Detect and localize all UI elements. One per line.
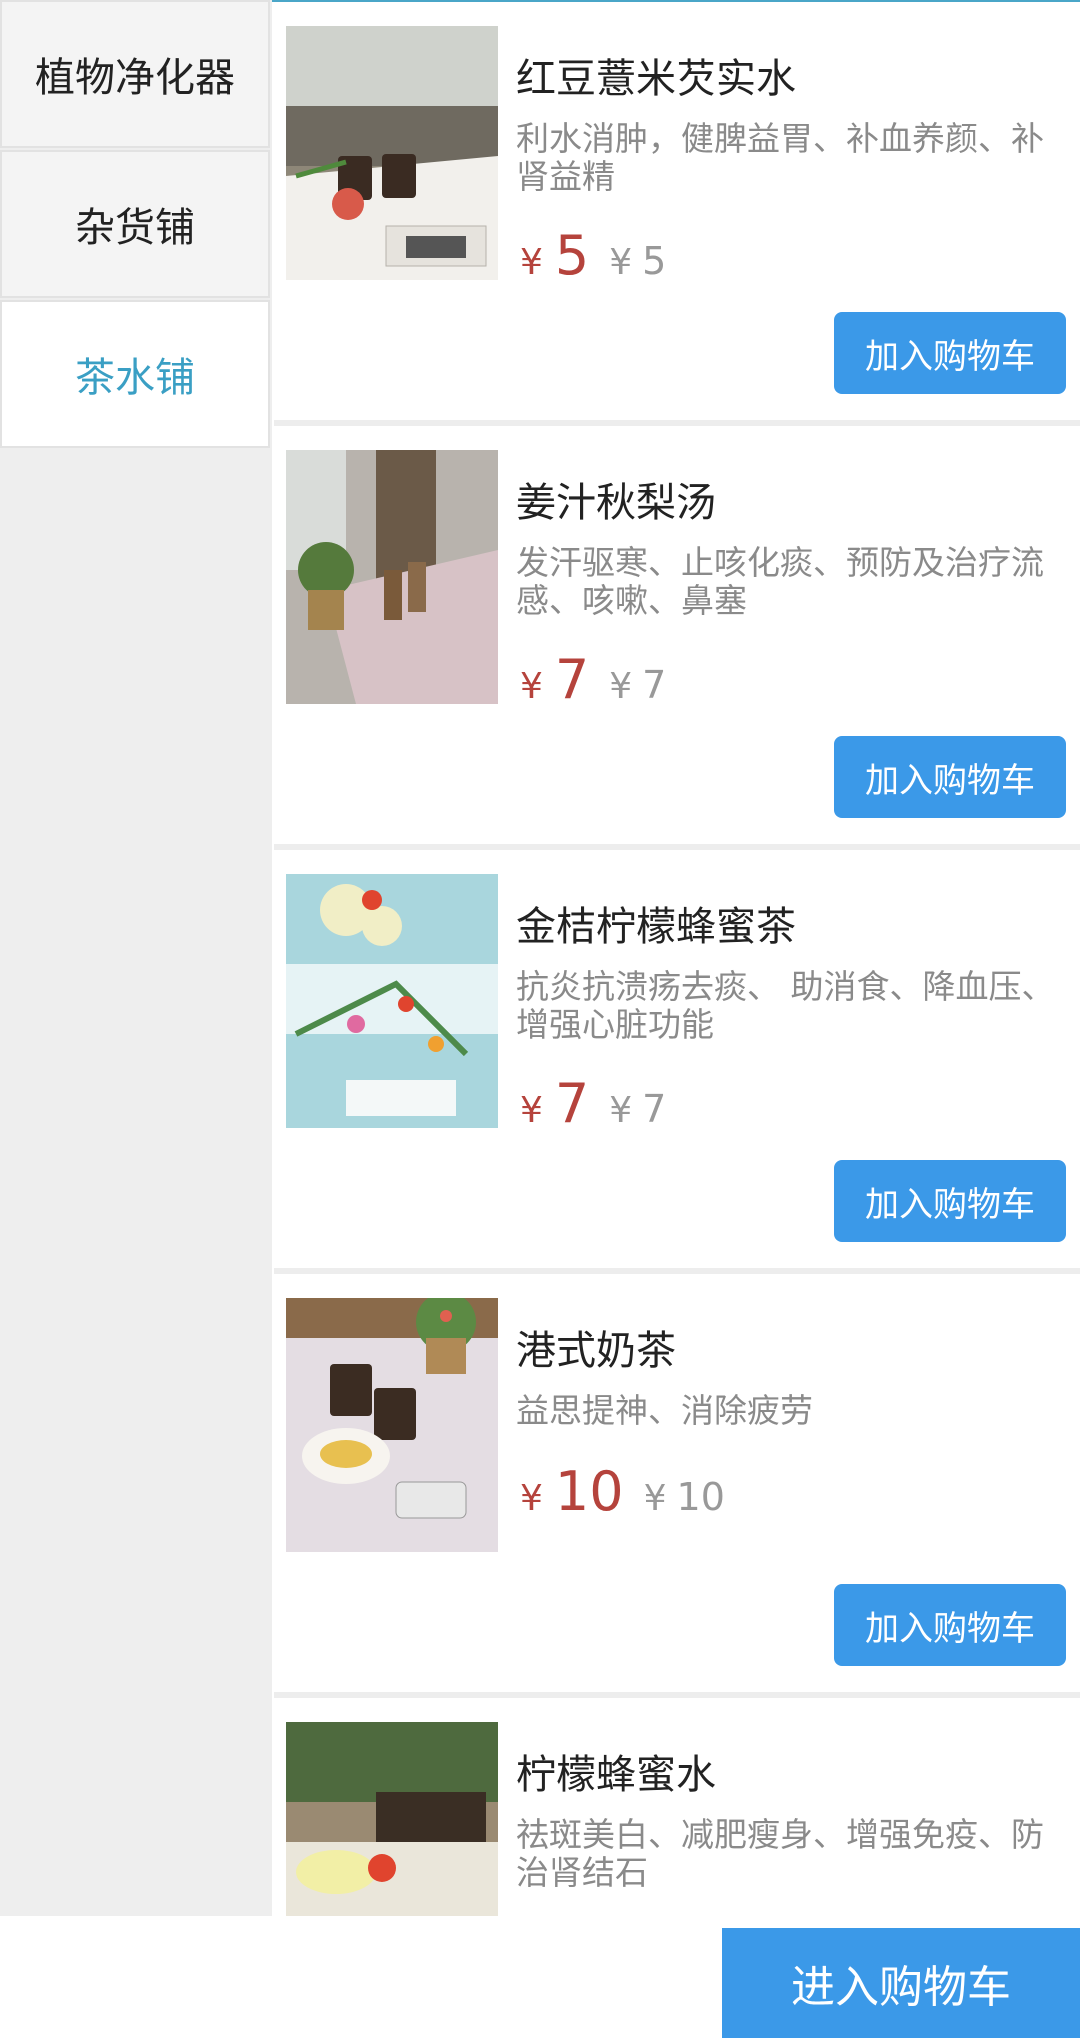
product-name: 红豆薏米芡实水: [516, 56, 796, 102]
currency-symbol: ¥: [609, 242, 633, 283]
product-name: 港式奶茶: [516, 1328, 676, 1374]
original-price-value: 5: [642, 239, 667, 283]
product-name: 金桔柠檬蜂蜜茶: [516, 904, 796, 950]
product-name: 柠檬蜂蜜水: [516, 1752, 716, 1798]
original-price-value: 7: [642, 1087, 667, 1131]
currency-symbol: ¥: [643, 1478, 667, 1519]
product-price: ¥ 7 ¥ 7: [520, 648, 666, 711]
product-card: 金桔柠檬蜂蜜茶 抗炎抗溃疡去痰、 助消食、降血压、增强心脏功能 ¥ 7 ¥ 7 …: [274, 850, 1080, 1268]
category-label: 植物净化器: [35, 55, 235, 101]
product-card: 柠檬蜂蜜水 祛斑美白、减肥瘦身、增强免疫、防治肾结石: [274, 1698, 1080, 1916]
product-image[interactable]: [286, 450, 498, 704]
product-description: 抗炎抗溃疡去痰、 助消食、降血压、增强心脏功能: [516, 967, 1055, 1044]
original-price-value: 7: [642, 663, 667, 707]
currency-symbol: ¥: [520, 1478, 543, 1519]
add-to-cart-button[interactable]: 加入购物车: [834, 312, 1066, 394]
add-to-cart-button[interactable]: 加入购物车: [834, 1584, 1066, 1666]
category-item-tea-shop[interactable]: 茶水铺: [0, 300, 270, 448]
product-image[interactable]: [286, 1298, 498, 1552]
original-price-value: 10: [676, 1475, 725, 1519]
product-image[interactable]: [286, 26, 498, 280]
product-card: 红豆薏米芡实水 利水消肿，健脾益胃、补血养颜、补肾益精 ¥ 5 ¥ 5 加入购物…: [274, 2, 1080, 420]
product-description: 利水消肿，健脾益胃、补血养颜、补肾益精: [516, 119, 1044, 196]
category-label: 杂货铺: [75, 205, 195, 251]
product-card: 姜汁秋梨汤 发汗驱寒、止咳化痰、预防及治疗流感、咳嗽、鼻塞 ¥ 7 ¥ 7 加入…: [274, 426, 1080, 844]
category-sidebar: 植物净化器 杂货铺 茶水铺: [0, 0, 272, 1916]
go-to-cart-button[interactable]: 进入购物车: [722, 1928, 1080, 2038]
product-price: ¥ 5 ¥ 5: [520, 224, 666, 287]
product-list[interactable]: 红豆薏米芡实水 利水消肿，健脾益胃、补血养颜、补肾益精 ¥ 5 ¥ 5 加入购物…: [274, 2, 1080, 1916]
product-image[interactable]: [286, 1722, 498, 1916]
add-to-cart-button[interactable]: 加入购物车: [834, 1160, 1066, 1242]
product-card: 港式奶茶 益思提神、消除疲劳 ¥ 10 ¥ 10 加入购物车: [274, 1274, 1080, 1692]
product-image[interactable]: [286, 874, 498, 1128]
price-value: 7: [554, 1072, 590, 1135]
price-value: 7: [554, 648, 590, 711]
currency-symbol: ¥: [609, 1090, 633, 1131]
currency-symbol: ¥: [520, 666, 543, 707]
add-to-cart-button[interactable]: 加入购物车: [834, 736, 1066, 818]
category-label: 茶水铺: [75, 355, 195, 401]
currency-symbol: ¥: [609, 666, 633, 707]
category-item-grocery[interactable]: 杂货铺: [0, 150, 270, 298]
product-price: ¥ 10 ¥ 10: [520, 1460, 725, 1523]
price-value: 5: [554, 224, 590, 287]
product-description: 祛斑美白、减肥瘦身、增强免疫、防治肾结石: [516, 1815, 1044, 1892]
product-name: 姜汁秋梨汤: [516, 480, 716, 526]
currency-symbol: ¥: [520, 242, 543, 283]
product-price: ¥ 7 ¥ 7: [520, 1072, 666, 1135]
category-item-plant-purifier[interactable]: 植物净化器: [0, 0, 270, 148]
currency-symbol: ¥: [520, 1090, 543, 1131]
price-value: 10: [554, 1460, 624, 1523]
bottom-bar: 进入购物车: [0, 1916, 1080, 2038]
product-description: 益思提神、消除疲劳: [516, 1391, 813, 1430]
product-description: 发汗驱寒、止咳化痰、预防及治疗流感、咳嗽、鼻塞: [516, 543, 1044, 620]
